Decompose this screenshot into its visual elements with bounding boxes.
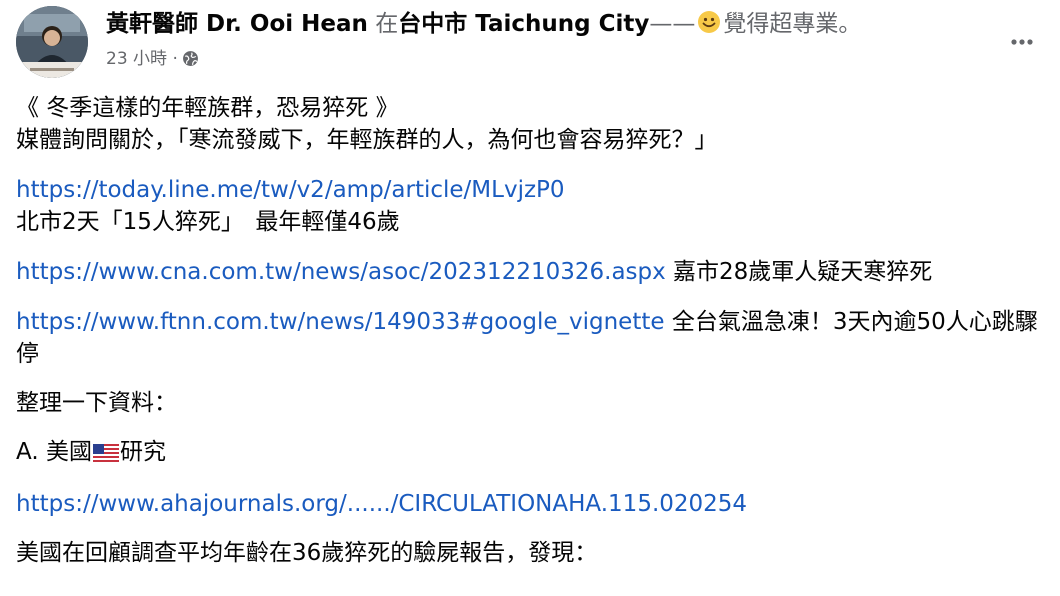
link3-paragraph: https://www.ftnn.com.tw/news/149033#goog…	[16, 306, 1046, 370]
at-word: 在	[375, 11, 399, 37]
section-a-heading: A. 美國 研究	[16, 436, 1046, 471]
more-options-icon	[1011, 39, 1033, 45]
feeling-dash: ——	[649, 11, 696, 37]
post-title: 《 冬季這樣的年輕族群，恐易猝死 》	[16, 95, 399, 121]
link1-caption: 北市2天「15人猝死」 最年輕僅46歲	[16, 209, 400, 235]
summary-heading: 整理一下資料：	[16, 390, 177, 416]
location-link[interactable]: 台中市 Taichung City	[398, 11, 649, 37]
link4-paragraph: https://www.ahajournals.org/....../CIRCU…	[16, 488, 1046, 520]
article-link-line-today[interactable]: https://today.line.me/tw/v2/amp/article/…	[16, 177, 565, 203]
author-name[interactable]: 黃軒醫師 Dr. Ooi Hean	[106, 11, 368, 37]
author-avatar[interactable]	[16, 6, 88, 78]
section-a-prefix: A. 美國	[16, 439, 92, 465]
us-flag-icon	[92, 439, 119, 471]
finding-text: 美國在回顧調查平均年齡在36歲猝死的驗屍報告，發現：	[16, 540, 598, 566]
link2-paragraph: https://www.cna.com.tw/news/asoc/2023122…	[16, 256, 1046, 288]
article-link-ahajournals[interactable]: https://www.ahajournals.org/....../CIRCU…	[16, 491, 747, 517]
post-timestamp[interactable]: 23 小時	[106, 49, 167, 69]
globe-icon[interactable]	[182, 49, 199, 75]
article-link-ftnn[interactable]: https://www.ftnn.com.tw/news/149033#goog…	[16, 309, 665, 335]
meta-separator: ·	[172, 49, 178, 69]
post-body: 《 冬季這樣的年輕族群，恐易猝死 》 媒體詢問關於，「寒流發威下，年輕族群的人，…	[16, 92, 1046, 569]
feeling-text: 覺得超專業。	[723, 11, 862, 37]
link1-paragraph: https://today.line.me/tw/v2/amp/article/…	[16, 174, 1046, 206]
post-meta: 23 小時 ·	[106, 46, 199, 75]
section-a-suffix: 研究	[119, 439, 166, 465]
more-options-button[interactable]	[1002, 24, 1042, 60]
post-intro: 媒體詢問關於，「寒流發威下，年輕族群的人，為何也會容易猝死？」	[16, 127, 718, 153]
author-line: 黃軒醫師 Dr. Ooi Hean 在台中市 Taichung City—— 覺得…	[106, 6, 861, 45]
smiling-face-icon	[697, 9, 721, 45]
article-link-cna[interactable]: https://www.cna.com.tw/news/asoc/2023122…	[16, 259, 666, 285]
post-header: 黃軒醫師 Dr. Ooi Hean 在台中市 Taichung City—— 覺得…	[16, 4, 1046, 80]
link2-caption: 嘉市28歲軍人疑天寒猝死	[665, 259, 933, 285]
